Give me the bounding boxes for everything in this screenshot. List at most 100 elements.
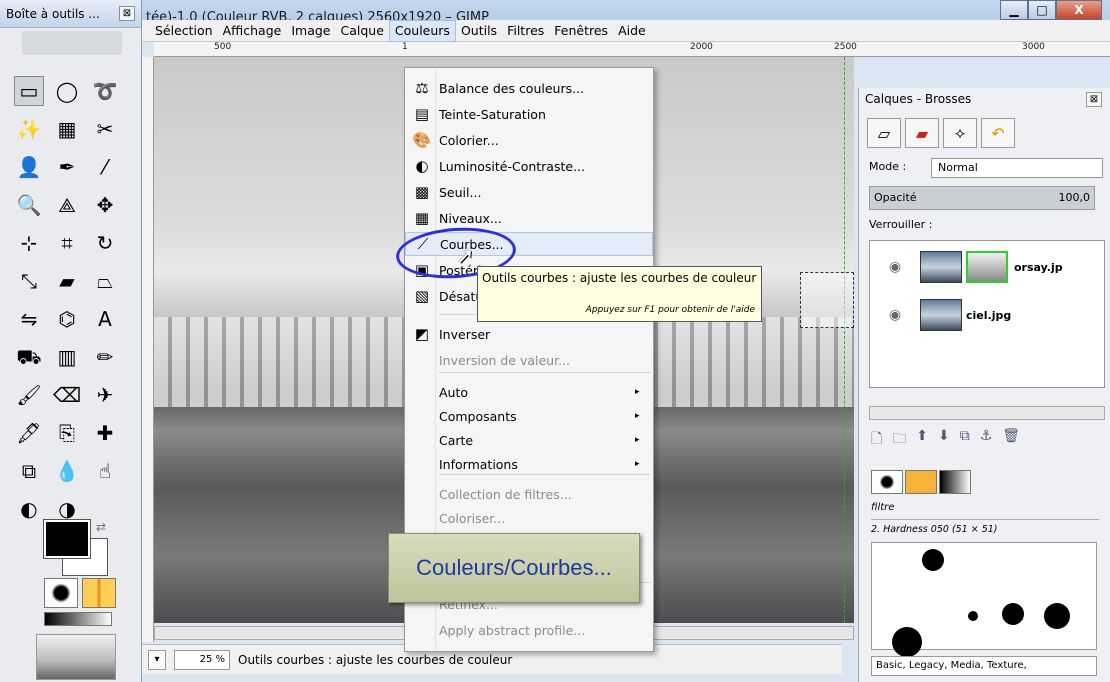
visibility-eye-icon[interactable]: ◉	[870, 259, 920, 275]
tool-button[interactable]: ⁄	[86, 148, 124, 186]
menu-outils[interactable]: Outils	[456, 20, 502, 42]
menu-item[interactable]: 🎨 Colorier...	[405, 128, 653, 152]
tool-button[interactable]: ⌬	[48, 300, 86, 338]
close-button[interactable]: X	[1056, 0, 1102, 20]
tool-button[interactable]: ⎘	[48, 414, 86, 452]
menu-item[interactable]: Collection de filtres...	[405, 482, 653, 506]
tool-button[interactable]: ⇋	[10, 300, 48, 338]
tool-button[interactable]: ✏	[86, 338, 124, 376]
menu-item[interactable]: ⚖ Balance des couleurs...	[405, 76, 653, 100]
paths-tab-icon[interactable]: ⟡	[943, 118, 977, 148]
zoom-select[interactable]: 25 %	[174, 649, 230, 670]
brush-thumbnail[interactable]	[892, 627, 922, 657]
dock-close-icon[interactable]: ⊠	[1086, 92, 1102, 107]
tool-button[interactable]: ◯	[48, 72, 86, 110]
tool-button[interactable]: ⤡	[10, 262, 48, 300]
unit-dropdown[interactable]: ▾	[148, 649, 166, 670]
tool-button[interactable]: ↻	[86, 224, 124, 262]
tool-button[interactable]: ▰	[48, 262, 86, 300]
patterns-tab[interactable]	[905, 470, 937, 494]
pattern-preview[interactable]	[82, 578, 116, 608]
brushes-tab[interactable]	[871, 470, 903, 494]
menu-couleurs[interactable]: Couleurs	[388, 19, 456, 42]
menu-item[interactable]: Composants ▸	[405, 404, 653, 428]
toolbox-close-button[interactable]: ⊠	[119, 6, 135, 21]
menu-item[interactable]: ▤ Teinte-Saturation	[405, 102, 653, 126]
visibility-eye-icon[interactable]: ◉	[870, 307, 920, 323]
layers-scrollbar[interactable]	[869, 406, 1105, 420]
vertical-ruler[interactable]	[142, 57, 154, 642]
tool-button[interactable]: ⊹	[10, 224, 48, 262]
menu-affichage[interactable]: Affichage	[218, 20, 287, 42]
maximize-button[interactable]: □	[1028, 0, 1056, 20]
undo-tab-icon[interactable]: ↶	[981, 118, 1015, 148]
layers-tab-icon[interactable]: ▱	[867, 118, 901, 148]
menu-item[interactable]: Carte ▸	[405, 428, 653, 452]
tool-button[interactable]: ✚	[86, 414, 124, 452]
brush-thumbnail[interactable]	[1002, 603, 1024, 625]
tool-button[interactable]: 🔍	[10, 186, 48, 224]
new-group-icon[interactable]: 🗀	[892, 428, 906, 452]
menu-item[interactable]: Inversion de valeur...	[405, 348, 653, 372]
menu-item[interactable]: Auto ▸	[405, 380, 653, 404]
opacity-slider[interactable]: Opacité 100,0	[869, 186, 1095, 210]
menu-item[interactable]: ◐ Luminosité-Contraste...	[405, 154, 653, 178]
menu-fenêtres[interactable]: Fenêtres	[549, 20, 613, 42]
lower-layer-icon[interactable]: ⬇	[938, 428, 950, 452]
tool-button[interactable]: ⟁	[48, 186, 86, 224]
tool-button[interactable]: ⌗	[48, 224, 86, 262]
menu-item[interactable]: Informations ▸	[405, 452, 653, 476]
tool-button[interactable]: ⌫	[48, 376, 86, 414]
brush-grid[interactable]	[871, 542, 1097, 657]
tool-button[interactable]: ✒	[48, 148, 86, 186]
tool-button[interactable]: ▥	[48, 338, 86, 376]
menu-sélection[interactable]: Sélection	[150, 20, 218, 42]
brush-thumbnail[interactable]	[922, 549, 944, 571]
brush-thumbnail[interactable]	[1044, 603, 1070, 629]
brush-preview[interactable]	[44, 578, 78, 608]
brush-tags-select[interactable]: Basic, Legacy, Media, Texture,	[871, 656, 1097, 676]
tool-button[interactable]: ➰	[86, 72, 124, 110]
menu-item[interactable]: Coloriser...	[405, 506, 653, 530]
tool-button[interactable]: 👤	[10, 148, 48, 186]
tool-button[interactable]: 🖋	[10, 414, 48, 452]
duplicate-layer-icon[interactable]: ⧉	[960, 428, 970, 452]
menu-item[interactable]: ◩ Inverser	[405, 322, 653, 346]
channels-tab-icon[interactable]: ▰	[905, 118, 939, 148]
tool-button[interactable]: ✈	[86, 376, 124, 414]
brush-filter-input[interactable]: filtre	[871, 502, 1099, 520]
active-image-thumbnail[interactable]	[36, 634, 116, 680]
tool-button[interactable]: ▭	[14, 76, 44, 106]
swap-colors-icon[interactable]: ⇄	[96, 520, 106, 534]
tool-button[interactable]: ⧉	[10, 452, 48, 490]
menu-item[interactable]: ▩ Seuil...	[405, 180, 653, 204]
raise-layer-icon[interactable]: ⬆	[916, 428, 928, 452]
minimize-button[interactable]: ▁	[1000, 0, 1028, 20]
mode-select[interactable]: Normal	[931, 158, 1103, 178]
tool-button[interactable]: ⏢	[86, 262, 124, 300]
tool-button[interactable]: 🖌	[10, 376, 48, 414]
menu-calque[interactable]: Calque	[335, 20, 388, 42]
gradients-tab[interactable]	[939, 470, 971, 494]
foreground-color-swatch[interactable]	[43, 519, 91, 559]
tool-button[interactable]: ▦	[48, 110, 86, 148]
tool-button[interactable]: A	[86, 300, 124, 338]
new-layer-icon[interactable]: 🗋	[871, 428, 882, 452]
delete-layer-icon[interactable]: 🗑	[1002, 428, 1020, 452]
menu-filtres[interactable]: Filtres	[502, 20, 549, 42]
gradient-preview[interactable]	[44, 612, 112, 626]
menu-image[interactable]: Image	[286, 20, 335, 42]
tool-button[interactable]: ✂	[86, 110, 124, 148]
menu-item[interactable]: ▦ Niveaux...	[405, 206, 653, 230]
tool-button[interactable]: ⛟	[10, 338, 48, 376]
tool-button[interactable]: 💧	[48, 452, 86, 490]
layer-row[interactable]: ◉ orsay.jp	[870, 245, 1104, 289]
horizontal-ruler[interactable]: 500 1 2000 2500 3000	[154, 42, 1110, 57]
menu-aide[interactable]: Aide	[613, 20, 651, 42]
layer-row[interactable]: ◉ ciel.jpg	[870, 293, 1104, 337]
brush-thumbnail[interactable]	[968, 611, 978, 621]
tool-button[interactable]: ✨	[10, 110, 48, 148]
tool-button[interactable]: ☝	[86, 452, 124, 490]
layer-mask-thumbnail[interactable]	[966, 251, 1008, 283]
tool-button[interactable]: ✥	[86, 186, 124, 224]
